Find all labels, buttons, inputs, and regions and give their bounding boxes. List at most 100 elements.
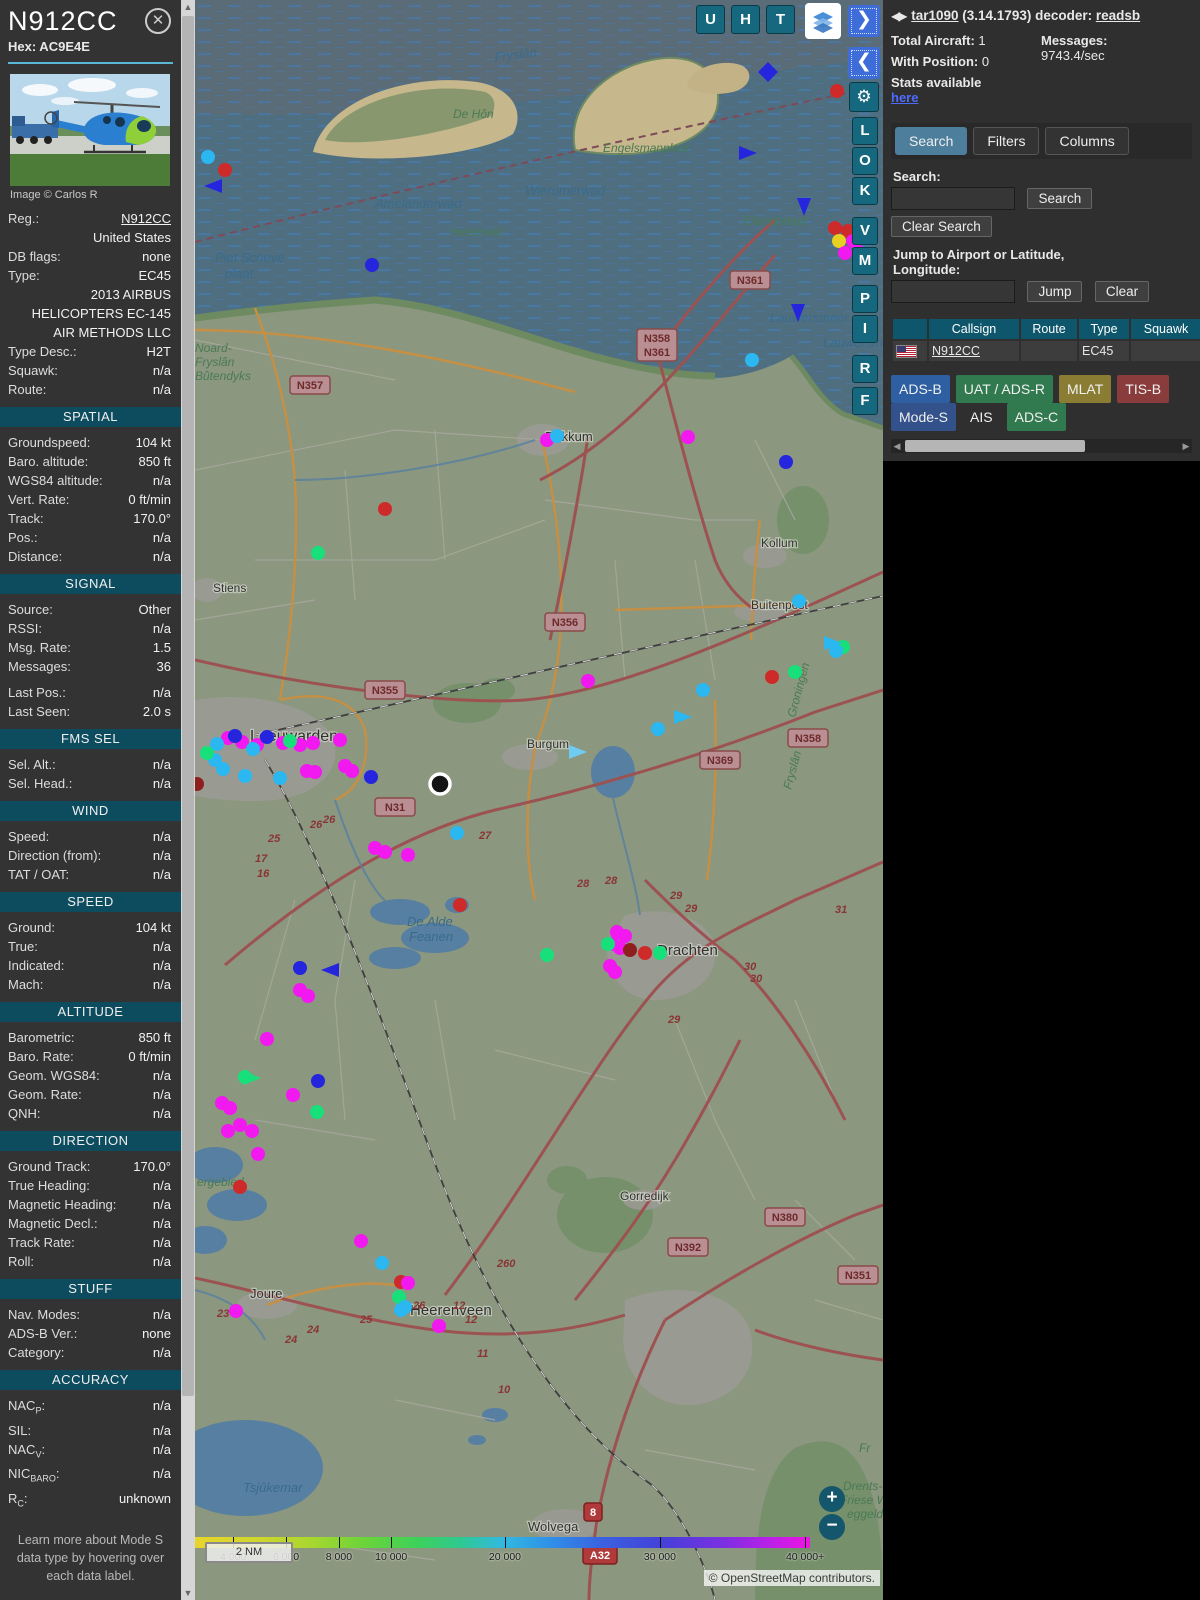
aircraft-dot[interactable] bbox=[246, 742, 260, 756]
filter-chip-tis-b[interactable]: TIS-B bbox=[1117, 375, 1169, 403]
tar1090-link[interactable]: tar1090 bbox=[911, 8, 958, 23]
jump-button[interactable]: Jump bbox=[1027, 281, 1082, 302]
aircraft-dot[interactable] bbox=[681, 430, 695, 444]
clear-search-button[interactable]: Clear Search bbox=[891, 216, 992, 237]
map-button-I[interactable]: I bbox=[852, 315, 878, 343]
aircraft-dot[interactable] bbox=[830, 84, 844, 98]
aircraft-dot[interactable] bbox=[779, 455, 793, 469]
aircraft-dot[interactable] bbox=[228, 729, 242, 743]
aircraft-dot[interactable] bbox=[200, 746, 214, 760]
aircraft-dot[interactable] bbox=[401, 1276, 415, 1290]
tab-search[interactable]: Search bbox=[895, 127, 967, 155]
filter-chip-ads-b[interactable]: ADS-B bbox=[891, 375, 950, 403]
map-button-R[interactable]: R bbox=[852, 355, 878, 383]
aircraft-dot[interactable] bbox=[273, 771, 287, 785]
aircraft-dot[interactable] bbox=[345, 764, 359, 778]
aircraft-dot[interactable] bbox=[333, 733, 347, 747]
aircraft-dot[interactable] bbox=[788, 665, 802, 679]
aircraft-dot[interactable] bbox=[828, 221, 842, 235]
aircraft-dot[interactable] bbox=[251, 1147, 265, 1161]
filter-chip-uat-ads-r[interactable]: UAT / ADS-R bbox=[956, 375, 1053, 403]
panel-collapse-right-button[interactable]: ❯ bbox=[848, 5, 880, 37]
aircraft-dot[interactable] bbox=[581, 674, 595, 688]
aircraft-dot[interactable] bbox=[550, 429, 564, 443]
aircraft-dot[interactable] bbox=[601, 937, 615, 951]
map-button-M[interactable]: M bbox=[852, 247, 878, 275]
map-button-K[interactable]: K bbox=[852, 177, 878, 205]
aircraft-dot[interactable] bbox=[450, 826, 464, 840]
table-scrollbar-thumb[interactable] bbox=[905, 440, 1085, 452]
aircraft-dot[interactable] bbox=[233, 1118, 247, 1132]
aircraft-dot[interactable] bbox=[765, 670, 779, 684]
scroll-up-icon[interactable]: ▲ bbox=[181, 0, 195, 14]
aircraft-dot[interactable] bbox=[301, 989, 315, 1003]
aircraft-dot[interactable] bbox=[308, 765, 322, 779]
panel-resize-handle[interactable]: ◀▶ bbox=[891, 9, 905, 23]
aircraft-dot[interactable] bbox=[618, 929, 632, 943]
aircraft-dot[interactable] bbox=[638, 946, 652, 960]
table-row[interactable]: N912CCEC45850 bbox=[893, 341, 1200, 361]
map-button-U[interactable]: U bbox=[696, 5, 725, 34]
zoom-out-button[interactable]: − bbox=[819, 1514, 845, 1540]
map-button-F[interactable]: F bbox=[852, 387, 878, 415]
map-button-O[interactable]: O bbox=[852, 147, 878, 175]
search-input[interactable] bbox=[891, 187, 1015, 210]
table-horizontal-scrollbar[interactable]: ◀ ▶ bbox=[891, 439, 1192, 453]
aircraft-dot[interactable] bbox=[238, 769, 252, 783]
aircraft-dot[interactable] bbox=[696, 683, 710, 697]
aircraft-dot[interactable] bbox=[311, 1074, 325, 1088]
settings-gear-icon[interactable]: ⚙ bbox=[849, 82, 879, 112]
filter-chip-ads-c[interactable]: ADS-C bbox=[1007, 403, 1067, 431]
scroll-left-icon[interactable]: ◀ bbox=[891, 439, 903, 453]
aircraft-dot[interactable] bbox=[364, 770, 378, 784]
layers-button[interactable] bbox=[805, 3, 841, 39]
aircraft-dot[interactable] bbox=[286, 1088, 300, 1102]
column-header-Type[interactable]: Type bbox=[1079, 319, 1129, 339]
sidebar-scrollbar-thumb[interactable] bbox=[182, 16, 194, 1396]
search-button[interactable]: Search bbox=[1027, 188, 1092, 209]
scroll-down-icon[interactable]: ▼ bbox=[181, 1586, 195, 1600]
sidebar-scrollbar[interactable]: ▲ ▼ bbox=[181, 0, 195, 1600]
aircraft-dot[interactable] bbox=[792, 594, 806, 608]
jump-input[interactable] bbox=[891, 280, 1015, 303]
map-button-T[interactable]: T bbox=[766, 5, 795, 34]
aircraft-dot[interactable] bbox=[233, 1180, 247, 1194]
aircraft-dot[interactable] bbox=[653, 946, 667, 960]
aircraft-dot[interactable] bbox=[310, 1105, 324, 1119]
map-button-P[interactable]: P bbox=[852, 285, 878, 313]
stats-here-link[interactable]: here bbox=[891, 90, 918, 105]
aircraft-dot[interactable] bbox=[623, 943, 637, 957]
aircraft-dot[interactable] bbox=[354, 1234, 368, 1248]
column-header-flag[interactable] bbox=[893, 319, 927, 339]
aircraft-dot[interactable] bbox=[651, 722, 665, 736]
aircraft-dot[interactable] bbox=[260, 730, 274, 744]
aircraft-dot[interactable] bbox=[453, 898, 467, 912]
aircraft-dot[interactable] bbox=[540, 948, 554, 962]
aircraft-dot[interactable] bbox=[221, 1124, 235, 1138]
aircraft-dot[interactable] bbox=[245, 1124, 259, 1138]
column-header-Callsign[interactable]: Callsign bbox=[929, 319, 1019, 339]
aircraft-dot[interactable] bbox=[216, 762, 230, 776]
aircraft-dot[interactable] bbox=[378, 845, 392, 859]
aircraft-dot[interactable] bbox=[375, 1256, 389, 1270]
aircraft-dot[interactable] bbox=[311, 546, 325, 560]
aircraft-dot[interactable] bbox=[432, 1319, 446, 1333]
aircraft-dot[interactable] bbox=[394, 1303, 408, 1317]
aircraft-dot[interactable] bbox=[293, 961, 307, 975]
column-header-Squawk[interactable]: Squawk bbox=[1131, 319, 1200, 339]
tab-columns[interactable]: Columns bbox=[1045, 127, 1128, 155]
aircraft-dot[interactable] bbox=[608, 965, 622, 979]
zoom-in-button[interactable]: + bbox=[819, 1486, 845, 1512]
selected-aircraft-marker[interactable] bbox=[430, 774, 450, 794]
aircraft-dot[interactable] bbox=[218, 163, 232, 177]
column-header-Route[interactable]: Route bbox=[1021, 319, 1077, 339]
readsb-link[interactable]: readsb bbox=[1096, 8, 1140, 23]
aircraft-dot[interactable] bbox=[260, 1032, 274, 1046]
panel-collapse-left-button[interactable]: ❮ bbox=[848, 47, 880, 79]
aircraft-dot[interactable] bbox=[838, 246, 852, 260]
map-button-V[interactable]: V bbox=[852, 217, 878, 245]
map-button-H[interactable]: H bbox=[731, 5, 760, 34]
map[interactable]: FryslânDe HônEngelsmanplaatAmelanderwadW… bbox=[195, 0, 883, 1600]
tab-filters[interactable]: Filters bbox=[973, 127, 1039, 155]
aircraft-dot[interactable] bbox=[306, 736, 320, 750]
